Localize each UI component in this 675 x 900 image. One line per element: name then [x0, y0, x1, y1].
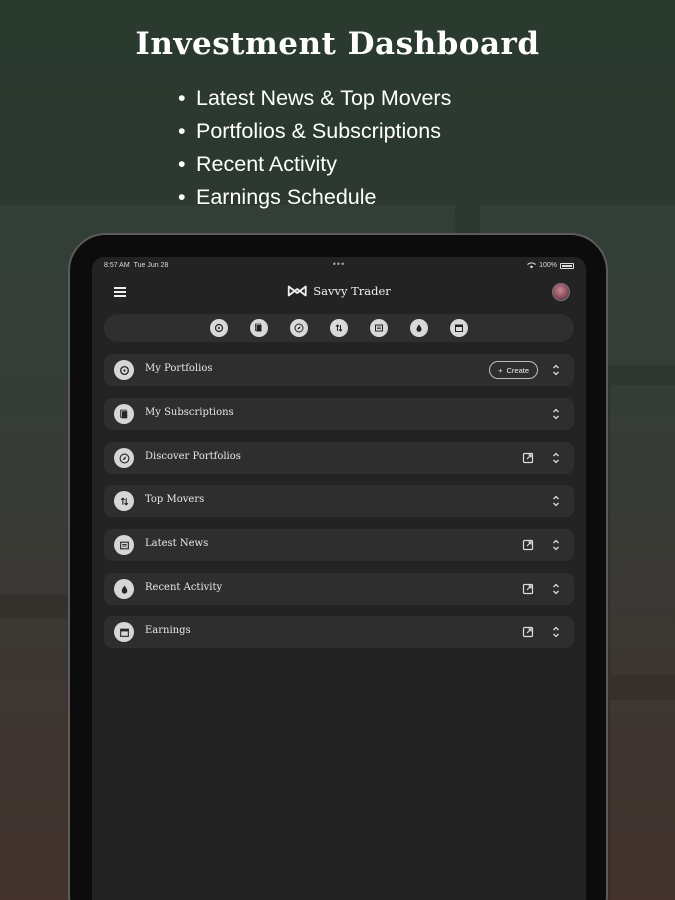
- target-icon: [114, 360, 134, 380]
- section-latest-news[interactable]: Latest News: [104, 529, 574, 561]
- wifi-icon: [527, 262, 536, 269]
- feature-item: • Portfolios & Subscriptions: [178, 115, 451, 148]
- quick-nav-bar: [104, 314, 574, 342]
- expand-collapse-icon[interactable]: [552, 362, 560, 378]
- create-portfolio-button[interactable]: + Create: [489, 361, 538, 379]
- section-top-movers[interactable]: Top Movers: [104, 485, 574, 517]
- section-label: Earnings: [145, 625, 191, 636]
- section-my-subscriptions[interactable]: My Subscriptions: [104, 398, 574, 430]
- feature-item: • Earnings Schedule: [178, 181, 451, 214]
- feature-item: • Recent Activity: [178, 148, 451, 181]
- expand-collapse-icon[interactable]: [552, 581, 560, 597]
- battery-icon: [560, 262, 574, 269]
- sort-arrows-icon: [114, 491, 134, 511]
- multitask-dots[interactable]: •••: [333, 259, 345, 269]
- app-name: Savvy Trader: [313, 284, 391, 298]
- calendar-icon[interactable]: [450, 319, 468, 337]
- calendar-icon: [114, 622, 134, 642]
- copy-icon[interactable]: [250, 319, 268, 337]
- drop-icon[interactable]: [410, 319, 428, 337]
- feature-item: • Latest News & Top Movers: [178, 82, 451, 115]
- section-discover-portfolios[interactable]: Discover Portfolios: [104, 442, 574, 474]
- section-my-portfolios[interactable]: My Portfolios + Create: [104, 354, 574, 386]
- savvy-trader-logo-icon: [287, 285, 307, 297]
- compass-icon[interactable]: [290, 319, 308, 337]
- newspaper-icon: [114, 535, 134, 555]
- brand: Savvy Trader: [287, 284, 391, 298]
- open-external-icon[interactable]: [522, 583, 534, 595]
- app-screen: 8:57 AM Tue Jun 28 ••• 100% Savvy Trader: [92, 257, 586, 900]
- expand-collapse-icon[interactable]: [552, 537, 560, 553]
- open-external-icon[interactable]: [522, 452, 534, 464]
- section-earnings[interactable]: Earnings: [104, 616, 574, 648]
- section-label: Recent Activity: [145, 582, 223, 593]
- section-label: Discover Portfolios: [145, 451, 241, 462]
- bullet-glyph: •: [178, 119, 186, 143]
- expand-collapse-icon[interactable]: [552, 450, 560, 466]
- user-avatar[interactable]: [552, 283, 570, 301]
- open-external-icon[interactable]: [522, 539, 534, 551]
- app-header: Savvy Trader: [92, 279, 586, 307]
- expand-collapse-icon[interactable]: [552, 406, 560, 422]
- newspaper-icon[interactable]: [370, 319, 388, 337]
- section-label: My Subscriptions: [145, 407, 234, 418]
- section-label: My Portfolios: [145, 363, 213, 374]
- sort-arrows-icon[interactable]: [330, 319, 348, 337]
- copy-icon: [114, 404, 134, 424]
- open-external-icon[interactable]: [522, 626, 534, 638]
- status-bar: 8:57 AM Tue Jun 28 ••• 100%: [104, 259, 574, 273]
- status-time-date: 8:57 AM Tue Jun 28: [104, 262, 169, 269]
- bullet-glyph: •: [178, 185, 186, 209]
- status-right: 100%: [527, 262, 574, 269]
- section-label: Latest News: [145, 538, 209, 549]
- expand-collapse-icon[interactable]: [552, 493, 560, 509]
- plus-icon: +: [498, 365, 503, 375]
- bullet-glyph: •: [178, 152, 186, 176]
- hamburger-menu-icon[interactable]: [114, 287, 126, 297]
- section-label: Top Movers: [145, 494, 205, 505]
- battery-percent: 100%: [539, 262, 557, 269]
- feature-list: • Latest News & Top Movers • Portfolios & …: [178, 82, 451, 214]
- expand-collapse-icon[interactable]: [552, 624, 560, 640]
- section-recent-activity[interactable]: Recent Activity: [104, 573, 574, 605]
- target-icon[interactable]: [210, 319, 228, 337]
- promo-title: Investment Dashboard: [135, 26, 540, 62]
- tablet-frame: 8:57 AM Tue Jun 28 ••• 100% Savvy Trader: [68, 233, 608, 900]
- drop-icon: [114, 579, 134, 599]
- compass-icon: [114, 448, 134, 468]
- bullet-glyph: •: [178, 86, 186, 110]
